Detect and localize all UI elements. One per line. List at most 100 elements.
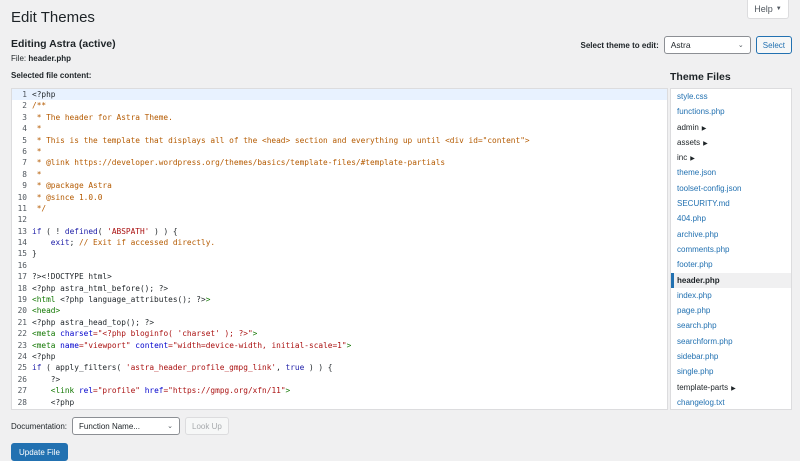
chevron-down-icon: ⌄ bbox=[737, 42, 744, 49]
code-token: ( ! bbox=[41, 226, 65, 236]
file-item[interactable]: functions.php bbox=[671, 104, 791, 119]
file-item[interactable]: searchform.php bbox=[671, 334, 791, 349]
help-tab[interactable]: Help ▼ bbox=[747, 0, 789, 19]
code-line[interactable]: 26 ?> bbox=[12, 374, 667, 385]
code-token: <?php bbox=[32, 90, 56, 99]
code-line[interactable]: 10 * @since 1.0.0 bbox=[12, 192, 667, 203]
look-up-button[interactable]: Look Up bbox=[185, 417, 229, 435]
theme-files-sidebar: Theme Files style.css functions.php admin ▶… bbox=[670, 68, 792, 410]
file-item[interactable]: style.css bbox=[671, 89, 791, 104]
code-text: exit; // Exit if accessed directly. bbox=[32, 237, 215, 248]
file-item-label: index.php bbox=[677, 290, 712, 300]
code-token: if bbox=[32, 363, 42, 373]
file-item[interactable]: comments.php bbox=[671, 242, 791, 257]
line-number: 6 bbox=[22, 146, 27, 156]
code-token: } bbox=[32, 249, 37, 259]
line-number: 18 bbox=[17, 283, 27, 293]
code-line[interactable]: 5 * This is the template that displays a… bbox=[12, 135, 667, 146]
file-item[interactable]: 404.php bbox=[671, 211, 791, 226]
code-token: <head> bbox=[32, 306, 61, 316]
code-line[interactable]: 22 <meta charset="<?php bloginfo( 'charse… bbox=[12, 328, 667, 339]
file-item-label: search.php bbox=[677, 321, 717, 331]
code-text: <head> bbox=[32, 305, 60, 316]
code-line[interactable]: 3 * The header for Astra Theme. bbox=[12, 112, 667, 123]
code-line[interactable]: 15} bbox=[12, 248, 667, 259]
code-line[interactable]: 2 /** bbox=[12, 100, 667, 111]
file-item[interactable]: sidebar.php bbox=[671, 349, 791, 364]
code-line[interactable]: 25 if ( apply_filters( 'astra_header_prof… bbox=[12, 362, 667, 373]
code-line[interactable]: 19 <html <?php language_attributes(); ?>> bbox=[12, 294, 667, 305]
code-line[interactable]: 13 if ( ! defined( 'ABSPATH' ) ) { bbox=[12, 226, 667, 237]
line-number: 11 bbox=[17, 203, 27, 213]
code-line[interactable]: 7 * @link https://developer.wordpress.or… bbox=[12, 157, 667, 168]
file-item[interactable]: changelog.txt bbox=[671, 395, 791, 409]
code-token: , bbox=[276, 363, 286, 373]
code-text: if ( ! defined( 'ABSPATH' ) ) { bbox=[32, 226, 178, 237]
theme-select-value: Astra bbox=[670, 40, 691, 50]
file-item[interactable]: archive.php bbox=[671, 227, 791, 242]
code-line[interactable]: 17 ?><!DOCTYPE html> bbox=[12, 271, 667, 282]
code-line[interactable]: 27 <link rel="profile" href="https://gmp… bbox=[12, 385, 667, 396]
code-line[interactable]: 16 bbox=[12, 260, 667, 271]
code-line[interactable]: 14 exit; // Exit if accessed directly. bbox=[12, 237, 667, 248]
code-line[interactable]: 18 <?php astra_html_before(); ?> bbox=[12, 283, 667, 294]
theme-select[interactable]: Astra ⌄ bbox=[663, 36, 751, 54]
code-token: ="https://gmpg.org/xfn/11" bbox=[163, 386, 286, 396]
code-editor[interactable]: 1 <?php 2/** 3 * The header for Astra Theme… bbox=[11, 88, 668, 410]
code-text: <link rel="profile" href="https://gmpg.o… bbox=[32, 385, 290, 396]
file-item[interactable]: theme.json bbox=[671, 165, 791, 180]
code-line[interactable]: 8 * bbox=[12, 169, 667, 180]
code-line[interactable]: 20 <head> bbox=[12, 305, 667, 316]
folder-item[interactable]: admin ▶ bbox=[671, 120, 791, 135]
theme-files-list[interactable]: style.css functions.php admin ▶ assets ▶ inc ▶ t… bbox=[670, 88, 792, 410]
code-line[interactable]: 4 * bbox=[12, 123, 667, 134]
code-line[interactable]: 11 */ bbox=[12, 203, 667, 214]
code-token: name bbox=[55, 340, 79, 350]
file-item[interactable]: search.php bbox=[671, 318, 791, 333]
file-item[interactable]: index.php bbox=[671, 288, 791, 303]
file-item[interactable]: SECURITY.md bbox=[671, 196, 791, 211]
code-line[interactable]: 24 <?php bbox=[12, 351, 667, 362]
code-text: } bbox=[32, 248, 37, 259]
file-item[interactable]: page.php bbox=[671, 303, 791, 318]
code-line[interactable]: 12 bbox=[12, 214, 667, 225]
folder-item[interactable]: assets ▶ bbox=[671, 135, 791, 150]
file-item-label: comments.php bbox=[677, 244, 730, 254]
file-item[interactable]: footer.php bbox=[671, 257, 791, 272]
code-text: if ( apply_filters( 'astra_header_profil… bbox=[32, 362, 332, 373]
caret-down-icon: ▼ bbox=[775, 6, 782, 12]
code-line[interactable]: 21 <?php astra_head_top(); ?> bbox=[12, 317, 667, 328]
function-name-select[interactable]: Function Name... ⌄ bbox=[72, 417, 181, 435]
code-token: <html bbox=[32, 295, 56, 305]
code-line[interactable]: 28 <?php bbox=[12, 397, 667, 408]
code-text: * bbox=[32, 146, 42, 157]
file-item[interactable]: toolset-config.json bbox=[671, 181, 791, 196]
code-token: 'astra_header_profile_gmpg_link' bbox=[125, 363, 277, 373]
code-line[interactable]: 23 <meta name="viewport" content="width=d… bbox=[12, 340, 667, 351]
file-item[interactable]: header.php bbox=[671, 272, 791, 289]
function-name-placeholder: Function Name... bbox=[79, 421, 140, 431]
code-line[interactable]: 1 <?php bbox=[12, 89, 667, 101]
code-token: * @package Astra bbox=[32, 181, 112, 191]
code-token: <meta bbox=[32, 340, 56, 350]
file-item-label: 404.php bbox=[677, 214, 706, 224]
update-file-button[interactable]: Update File bbox=[11, 443, 68, 461]
theme-select-area: Select theme to edit: Astra ⌄ Select bbox=[581, 36, 792, 54]
code-line[interactable]: 6 * bbox=[12, 146, 667, 157]
code-token: <?php bbox=[32, 351, 56, 361]
line-number: 20 bbox=[17, 306, 27, 316]
code-token: <?php bbox=[32, 397, 75, 407]
code-text: <?php astra_html_before(); ?> bbox=[32, 283, 168, 294]
file-item[interactable]: single.php bbox=[671, 364, 791, 379]
code-token: true bbox=[285, 363, 305, 373]
folder-item[interactable]: template-parts ▶ bbox=[671, 380, 791, 395]
code-text: <?php bbox=[32, 351, 55, 362]
line-number: 29 bbox=[12, 408, 27, 410]
code-line[interactable]: 9 * @package Astra bbox=[12, 180, 667, 191]
code-token: content bbox=[130, 340, 169, 350]
code-line[interactable]: 29} bbox=[12, 408, 667, 410]
folder-item[interactable]: inc ▶ bbox=[671, 150, 791, 165]
code-text: * This is the template that displays all… bbox=[32, 135, 530, 146]
select-theme-button[interactable]: Select bbox=[755, 36, 792, 54]
